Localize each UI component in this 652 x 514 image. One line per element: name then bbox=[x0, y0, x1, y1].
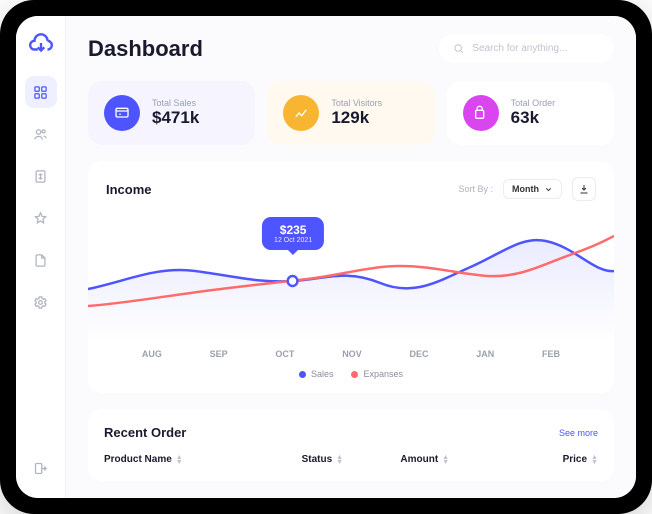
legend-label: Expanses bbox=[363, 369, 403, 379]
orders-header: Recent Order See more bbox=[104, 425, 598, 440]
download-button[interactable] bbox=[572, 177, 596, 201]
search-icon bbox=[453, 42, 464, 55]
tooltip-value: $235 bbox=[274, 223, 312, 237]
stat-info-orders: Total Order 63k bbox=[511, 98, 556, 128]
page-title: Dashboard bbox=[88, 36, 203, 62]
see-more-link[interactable]: See more bbox=[559, 428, 598, 438]
header-row: Dashboard bbox=[88, 34, 614, 63]
search-box[interactable] bbox=[439, 34, 614, 63]
chart-svg bbox=[88, 211, 614, 341]
nav-settings-icon[interactable] bbox=[25, 286, 57, 318]
sort-select[interactable]: Month bbox=[503, 179, 562, 199]
stats-row: Total Sales $471k Total Visitors 129k To… bbox=[88, 81, 614, 145]
col-status[interactable]: Status ▲▼ bbox=[302, 454, 401, 465]
col-amount[interactable]: Amount ▲▼ bbox=[400, 454, 499, 465]
stat-value: 63k bbox=[511, 108, 556, 128]
stat-value: 129k bbox=[331, 108, 382, 128]
recent-order-card: Recent Order See more Product Name ▲▼ St… bbox=[88, 409, 614, 481]
nav-invoice-icon[interactable] bbox=[25, 160, 57, 192]
chart-title: Income bbox=[106, 182, 152, 197]
chart-xaxis: AUG SEP OCT NOV DEC JAN FEB bbox=[88, 341, 614, 359]
sidebar bbox=[16, 16, 66, 498]
stat-label: Total Sales bbox=[152, 98, 199, 108]
xaxis-label: NOV bbox=[342, 349, 362, 359]
main-content: Dashboard Total Sales $471k Total Visito… bbox=[66, 16, 636, 498]
stat-info-sales: Total Sales $471k bbox=[152, 98, 199, 128]
stat-label: Total Visitors bbox=[331, 98, 382, 108]
legend-dot-sales bbox=[299, 371, 306, 378]
sort-arrows-icon: ▲▼ bbox=[336, 455, 343, 465]
stat-card-orders[interactable]: Total Order 63k bbox=[447, 81, 614, 145]
col-label: Price bbox=[563, 454, 587, 465]
xaxis-label: JAN bbox=[476, 349, 494, 359]
chart-controls: Sort By : Month bbox=[458, 177, 596, 201]
col-product-name[interactable]: Product Name ▲▼ bbox=[104, 454, 302, 465]
visitors-icon bbox=[283, 95, 319, 131]
col-label: Status bbox=[302, 454, 333, 465]
chart-legend: Sales Expanses bbox=[88, 369, 614, 379]
tablet-frame: Dashboard Total Sales $471k Total Visito… bbox=[0, 0, 652, 514]
logout-icon[interactable] bbox=[25, 452, 57, 484]
orders-title: Recent Order bbox=[104, 425, 186, 440]
orders-columns: Product Name ▲▼ Status ▲▼ Amount ▲▼ Pric… bbox=[104, 454, 598, 465]
legend-label: Sales bbox=[311, 369, 334, 379]
chart-tooltip: $235 12 Oct 2021 bbox=[262, 217, 324, 250]
legend-dot-expanses bbox=[351, 371, 358, 378]
stat-info-visitors: Total Visitors 129k bbox=[331, 98, 382, 128]
xaxis-label: DEC bbox=[409, 349, 428, 359]
nav-users-icon[interactable] bbox=[25, 118, 57, 150]
stat-label: Total Order bbox=[511, 98, 556, 108]
col-label: Product Name bbox=[104, 454, 172, 465]
stat-card-visitors[interactable]: Total Visitors 129k bbox=[267, 81, 434, 145]
tooltip-date: 12 Oct 2021 bbox=[274, 237, 312, 244]
chart-area: $235 12 Oct 2021 bbox=[88, 211, 614, 341]
nav-favorites-icon[interactable] bbox=[25, 202, 57, 234]
nav-icons bbox=[25, 76, 57, 318]
app-logo bbox=[28, 30, 54, 56]
stat-card-sales[interactable]: Total Sales $471k bbox=[88, 81, 255, 145]
nav-dashboard-icon[interactable] bbox=[25, 76, 57, 108]
xaxis-label: FEB bbox=[542, 349, 560, 359]
xaxis-label: AUG bbox=[142, 349, 162, 359]
nav-file-icon[interactable] bbox=[25, 244, 57, 276]
screen: Dashboard Total Sales $471k Total Visito… bbox=[16, 16, 636, 498]
chevron-down-icon bbox=[544, 185, 553, 194]
orders-icon bbox=[463, 95, 499, 131]
xaxis-label: SEP bbox=[210, 349, 228, 359]
chart-header: Income Sort By : Month bbox=[88, 177, 614, 211]
col-label: Amount bbox=[400, 454, 438, 465]
sort-arrows-icon: ▲▼ bbox=[591, 455, 598, 465]
sort-arrows-icon: ▲▼ bbox=[442, 455, 449, 465]
xaxis-label: OCT bbox=[275, 349, 294, 359]
sort-arrows-icon: ▲▼ bbox=[176, 455, 183, 465]
download-icon bbox=[578, 183, 590, 195]
sales-icon bbox=[104, 95, 140, 131]
legend-item-sales: Sales bbox=[299, 369, 334, 379]
sort-label: Sort By : bbox=[458, 184, 493, 194]
chart-highlight-point bbox=[288, 276, 298, 286]
search-input[interactable] bbox=[472, 43, 600, 54]
sort-value: Month bbox=[512, 184, 539, 194]
col-price[interactable]: Price ▲▼ bbox=[499, 454, 598, 465]
income-chart-card: Income Sort By : Month bbox=[88, 161, 614, 393]
stat-value: $471k bbox=[152, 108, 199, 128]
legend-item-expanses: Expanses bbox=[351, 369, 403, 379]
